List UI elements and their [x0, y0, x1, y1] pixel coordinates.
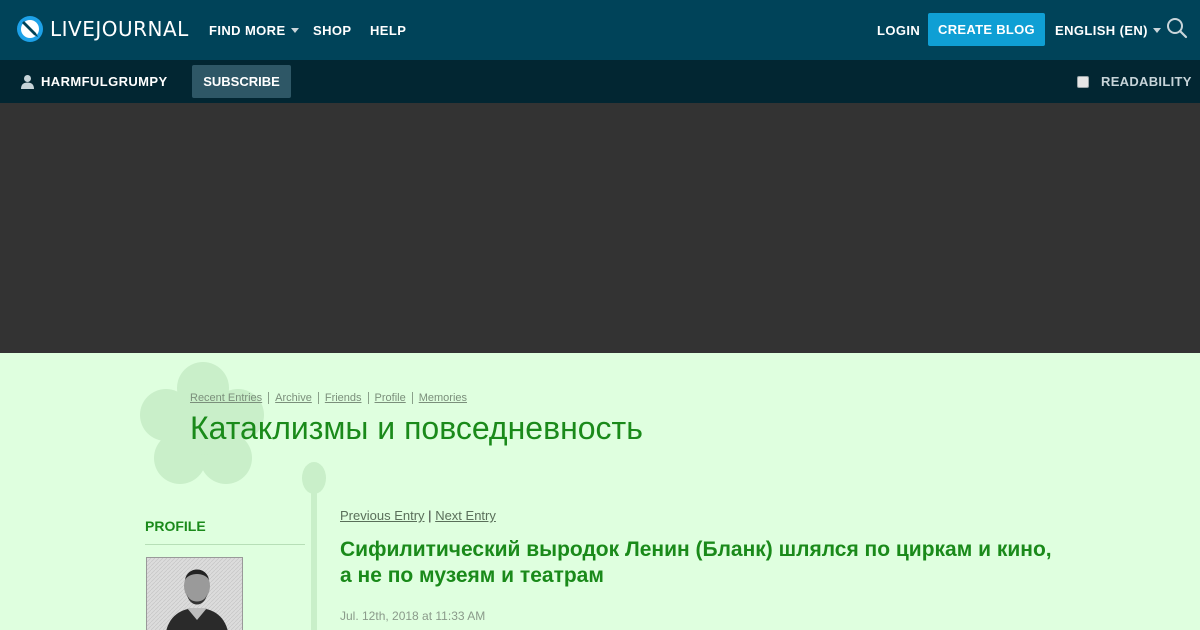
nav-shop-label: SHOP	[313, 22, 352, 38]
nav-archive[interactable]: Archive	[275, 392, 312, 404]
entry-timestamp: Jul. 12th, 2018 at 11:33 AM	[340, 609, 486, 623]
sidebar-heading-profile: PROFILE	[145, 518, 206, 534]
readability-checkbox[interactable]	[1077, 75, 1089, 88]
journal-user-bar: HARMFULGRUMPY SUBSCRIBE READABILITY	[0, 60, 1200, 103]
nav-find-more[interactable]: FIND MORE	[209, 0, 299, 60]
login-label: LOGIN	[877, 22, 921, 38]
livejournal-logo-icon	[17, 16, 43, 42]
journal-title: Катаклизмы и повседневность	[190, 410, 643, 446]
nav-recent-entries[interactable]: Recent Entries	[190, 392, 262, 404]
nav-help-label: HELP	[370, 22, 407, 38]
entry-navigation: Previous Entry | Next Entry	[340, 508, 496, 523]
next-entry-link[interactable]: Next Entry	[435, 508, 496, 523]
nav-separator	[317, 392, 319, 404]
chevron-down-icon	[1152, 27, 1161, 33]
login-link[interactable]: LOGIN	[877, 0, 920, 60]
nav-memories[interactable]: Memories	[419, 392, 467, 404]
nav-shop[interactable]: SHOP	[313, 0, 351, 60]
previous-entry-link[interactable]: Previous Entry	[340, 508, 425, 523]
sidebar-divider	[145, 544, 305, 545]
chevron-down-icon	[290, 27, 299, 33]
nav-find-more-label: FIND MORE	[209, 22, 286, 38]
nav-friends[interactable]: Friends	[325, 392, 362, 404]
language-label: ENGLISH (EN)	[1055, 22, 1148, 38]
nav-separator	[411, 392, 413, 404]
search-icon[interactable]	[1166, 17, 1188, 39]
nav-profile[interactable]: Profile	[375, 392, 406, 404]
nav-separator	[268, 392, 270, 404]
language-selector[interactable]: ENGLISH (EN)	[1055, 0, 1161, 60]
user-icon	[21, 75, 34, 89]
readability-label: READABILITY	[1101, 74, 1192, 89]
username-label: HARMFULGRUMPY	[41, 74, 168, 89]
avatar[interactable]	[146, 557, 243, 630]
avatar-portrait-image	[147, 558, 242, 630]
logo-text: LIVEJOURNAL	[50, 17, 189, 41]
create-blog-button[interactable]: CREATE BLOG	[928, 13, 1045, 46]
entry-nav-separator: |	[428, 508, 432, 523]
readability-toggle[interactable]: READABILITY	[1077, 60, 1192, 103]
nav-separator	[367, 392, 369, 404]
top-navigation-bar: LIVEJOURNAL FIND MORE SHOP HELP LOGIN CR…	[0, 0, 1200, 60]
stem-decoration	[302, 462, 326, 630]
journal-owner-link[interactable]: HARMFULGRUMPY	[20, 60, 168, 103]
livejournal-logo[interactable]: LIVEJOURNAL	[16, 15, 189, 43]
entry-title: Сифилитический выродок Ленин (Бланк) шля…	[340, 538, 1052, 587]
ad-banner-area	[0, 103, 1200, 353]
nav-help[interactable]: HELP	[370, 0, 406, 60]
journal-navigation: Recent Entries Archive Friends Profile M…	[190, 392, 467, 404]
subscribe-button[interactable]: SUBSCRIBE	[192, 65, 291, 98]
